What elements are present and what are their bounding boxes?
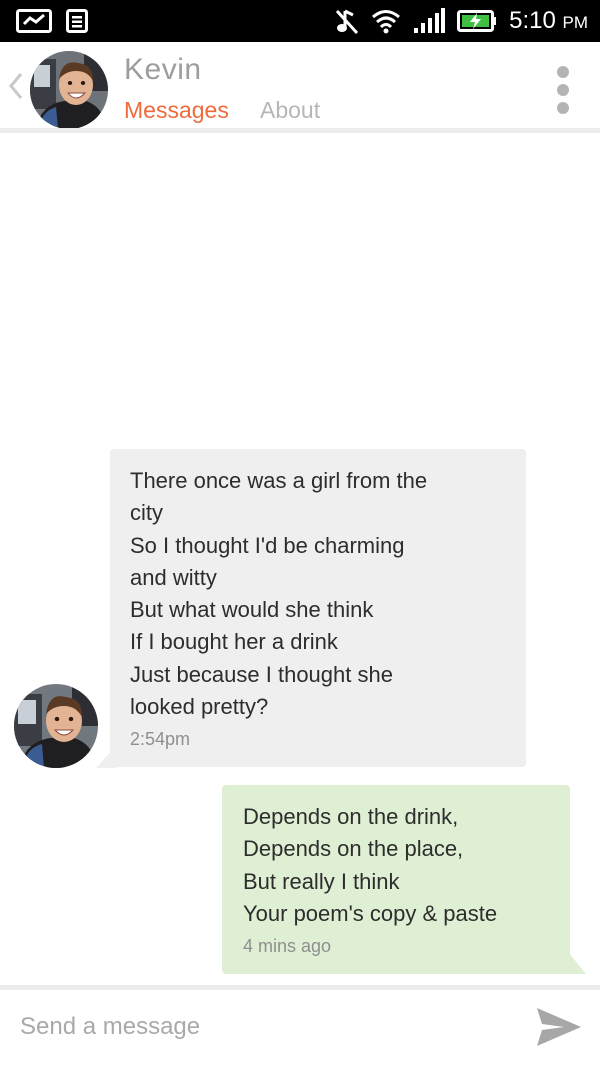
message-line: But what would she think [130, 597, 374, 623]
signal-icon [414, 8, 446, 33]
header-divider [0, 128, 600, 133]
chat-header: Kevin Messages About [0, 42, 600, 132]
message-line: So I thought I'd be charming [130, 532, 405, 558]
bubble-tail [96, 746, 116, 768]
back-chevron-icon[interactable] [6, 70, 26, 102]
message-line: If I bought her a drink [130, 629, 338, 655]
contact-name: Kevin [124, 53, 202, 86]
tab-messages[interactable]: Messages [124, 97, 229, 124]
message-line: and witty [130, 564, 217, 590]
voicemail-icon [16, 9, 52, 33]
mute-icon [335, 9, 359, 35]
tab-about[interactable]: About [260, 97, 320, 124]
status-bar: 5:10 PM [0, 0, 600, 42]
bubble-tail [568, 952, 586, 974]
message-line: Just because I thought she [130, 661, 393, 687]
message-composer [0, 990, 600, 1066]
message-line: Your poem's copy & paste [243, 900, 498, 926]
message-line: city [130, 500, 163, 526]
message-input[interactable] [14, 1004, 514, 1050]
battery-charging-icon [457, 10, 497, 32]
incoming-message-bubble: There once was a girl from the city So I… [110, 449, 526, 767]
message-line: looked pretty? [130, 694, 269, 720]
contact-avatar[interactable] [30, 51, 108, 129]
message-timestamp: 4 mins ago [243, 936, 332, 957]
message-line: Depends on the place, [243, 836, 464, 862]
sender-avatar[interactable] [14, 684, 98, 768]
message-line: But really I think [243, 868, 400, 894]
message-timestamp: 2:54pm [130, 729, 191, 750]
message-line: There once was a girl from the [130, 468, 428, 493]
wifi-icon [372, 10, 401, 34]
clock: 5:10 PM [509, 7, 588, 34]
more-vert-icon[interactable] [556, 66, 570, 114]
outgoing-message-bubble: Depends on the drink, Depends on the pla… [222, 785, 570, 974]
message-line: Depends on the drink, [243, 804, 459, 829]
send-icon[interactable] [534, 1004, 584, 1050]
notes-icon [66, 9, 88, 33]
